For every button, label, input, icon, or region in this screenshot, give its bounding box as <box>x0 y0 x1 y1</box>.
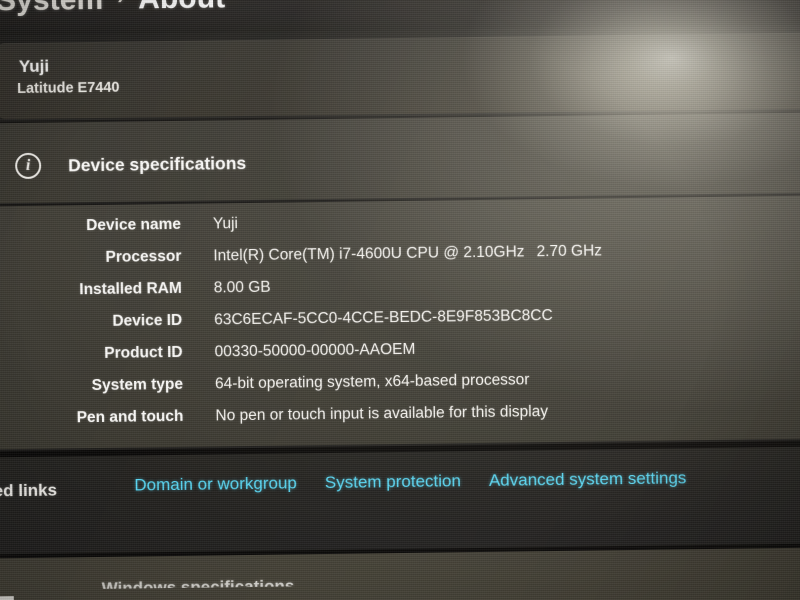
spec-label: Installed RAM <box>79 279 182 299</box>
related-links-list: Domain or workgroup System protection Ad… <box>134 468 686 495</box>
link-system-protection[interactable]: System protection <box>325 471 461 493</box>
photo-of-screen: System › About Yuji Latitude E7440 i Dev… <box>0 0 800 600</box>
breadcrumb: System › About <box>0 0 225 18</box>
spec-value: No pen or touch input is available for t… <box>215 403 549 425</box>
link-advanced-system-settings[interactable]: Advanced system settings <box>489 468 687 491</box>
device-identity-card: Yuji Latitude E7440 <box>0 32 800 120</box>
device-specifications-body: Device name Yuji Processor Intel(R) Core… <box>0 195 800 450</box>
settings-window: System › About Yuji Latitude E7440 i Dev… <box>0 0 800 600</box>
spec-label: Device name <box>86 215 182 235</box>
spec-label: System type <box>91 375 184 395</box>
spec-value: Intel(R) Core(TM) i7-4600U CPU @ 2.10GHz… <box>213 242 602 265</box>
spec-label: Processor <box>105 247 182 266</box>
related-links-label: elated links <box>0 480 58 501</box>
link-domain-or-workgroup[interactable]: Domain or workgroup <box>134 473 297 495</box>
breadcrumb-parent[interactable]: System <box>0 0 104 18</box>
device-specifications-title: Device specifications <box>68 153 247 176</box>
spec-value: 63C6ECAF-5CC0-4CCE-BEDC-8E9F853BC8CC <box>214 307 553 329</box>
windows-specifications-title: Windows specifications <box>101 576 295 589</box>
device-model-subtitle: Latitude E7440 <box>17 79 120 98</box>
spec-value: 00330-50000-00000-AAOEM <box>214 340 416 361</box>
processor-speed: 2.70 GHz <box>536 242 603 261</box>
spec-value: 8.00 GB <box>213 278 271 297</box>
spec-label: Device ID <box>112 311 183 330</box>
device-specifications-header[interactable]: i Device specifications <box>0 112 800 204</box>
spec-label: Pen and touch <box>76 407 184 427</box>
header-band: System › About <box>0 0 800 36</box>
related-links-section: elated links Domain or workgroup System … <box>0 446 800 554</box>
processor-model: Intel(R) Core(TM) i7-4600U CPU @ 2.10GHz <box>213 243 525 265</box>
spec-value: 64-bit operating system, x64-based proce… <box>214 371 530 393</box>
info-circle-icon: i <box>14 152 42 180</box>
breadcrumb-current: About <box>138 0 226 16</box>
spec-value: Yuji <box>212 215 239 233</box>
chevron-right-icon: › <box>117 0 124 9</box>
device-name-heading: Yuji <box>18 56 50 76</box>
windows-logo-icon <box>0 596 14 600</box>
spec-label: Product ID <box>104 343 183 362</box>
